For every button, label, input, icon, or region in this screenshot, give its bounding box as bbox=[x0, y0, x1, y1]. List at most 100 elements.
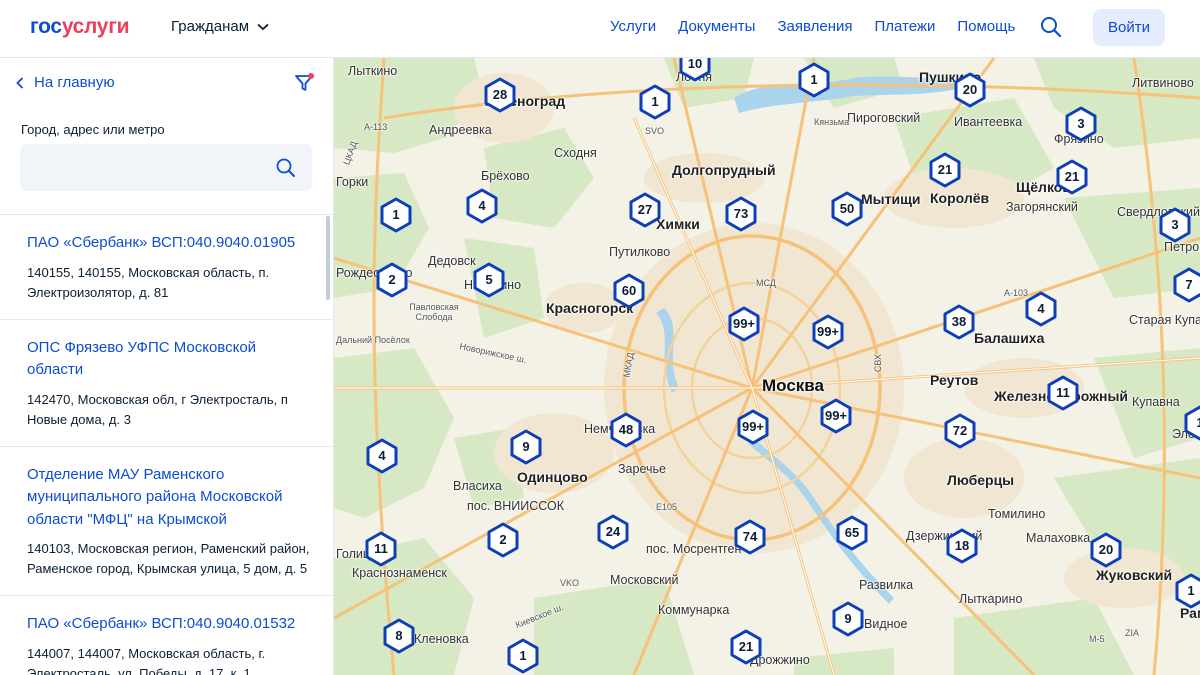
filter-button[interactable] bbox=[293, 72, 315, 94]
map-cluster[interactable]: 72 bbox=[943, 413, 977, 449]
map-cluster[interactable]: 74 bbox=[733, 519, 767, 555]
map-cluster[interactable]: 65 bbox=[835, 515, 869, 551]
map-label: ZIA bbox=[1125, 628, 1140, 638]
map-cluster[interactable]: 73 bbox=[724, 196, 758, 232]
map-cluster[interactable]: 1 bbox=[1183, 405, 1200, 441]
nav-payments[interactable]: Платежи bbox=[875, 18, 936, 35]
map-cluster[interactable]: 4 bbox=[365, 438, 399, 474]
map-cluster[interactable]: 1 bbox=[1174, 573, 1200, 609]
nav-applications[interactable]: Заявления bbox=[777, 18, 852, 35]
address-search-input[interactable] bbox=[20, 144, 312, 191]
map-label: МСД bbox=[756, 278, 776, 288]
list-item[interactable]: ПАО «Сбербанк» ВСП:040.9040.01905 140155… bbox=[0, 215, 333, 320]
map-label: Литвиново bbox=[1132, 76, 1194, 90]
map-label: Брёхово bbox=[481, 169, 530, 183]
map-cluster[interactable]: 27 bbox=[628, 192, 662, 228]
office-list: ПАО «Сбербанк» ВСП:040.9040.01905 140155… bbox=[0, 214, 333, 675]
map-label: Развилка bbox=[859, 578, 914, 592]
map-label: Андреевка bbox=[429, 123, 492, 137]
search-label: Город, адрес или метро bbox=[21, 122, 165, 137]
search-icon[interactable] bbox=[1040, 16, 1062, 38]
sidebar-scrollbar[interactable] bbox=[326, 216, 330, 300]
login-button[interactable]: Войти bbox=[1093, 9, 1165, 46]
office-title[interactable]: ОПС Фрязево УФПС Московской области bbox=[27, 337, 313, 382]
sidebar: На главную Город, адрес или метро ПАО «С… bbox=[0, 58, 334, 675]
chevron-down-icon bbox=[257, 23, 269, 30]
map-cluster[interactable]: 5 bbox=[472, 262, 506, 298]
map-cluster[interactable]: 8 bbox=[382, 618, 416, 654]
map-cluster[interactable]: 3 bbox=[1064, 106, 1098, 142]
search-icon[interactable] bbox=[276, 158, 296, 178]
audience-selector[interactable]: Гражданам bbox=[171, 18, 269, 35]
nav-services[interactable]: Услуги bbox=[610, 18, 656, 35]
map-cluster[interactable]: 21 bbox=[729, 629, 763, 665]
map-cluster[interactable]: 28 bbox=[483, 77, 517, 113]
map-label: Старая Купавна bbox=[1129, 313, 1200, 327]
map-label: Коммунарка bbox=[658, 603, 730, 617]
map-cluster[interactable]: 4 bbox=[465, 188, 499, 224]
list-item[interactable]: Отделение МАУ Раменского муниципального … bbox=[0, 447, 333, 596]
map-label: M-5 bbox=[1089, 634, 1105, 644]
map-label: Путилково bbox=[609, 245, 671, 259]
map-cluster[interactable]: 1 bbox=[797, 62, 831, 98]
map-label: E105 bbox=[656, 502, 678, 512]
map-label: Долгопрудный bbox=[672, 162, 776, 178]
nav-help[interactable]: Помощь bbox=[957, 18, 1015, 35]
map-label: SVO bbox=[645, 126, 665, 136]
map-cluster[interactable]: 24 bbox=[596, 514, 630, 550]
map-cluster[interactable]: 9 bbox=[509, 429, 543, 465]
map-cluster[interactable]: 99+ bbox=[811, 314, 845, 350]
map-cluster[interactable]: 18 bbox=[945, 528, 979, 564]
map-cluster[interactable]: 99+ bbox=[819, 398, 853, 434]
map-cluster[interactable]: 20 bbox=[953, 72, 987, 108]
map-cluster[interactable]: 20 bbox=[1089, 532, 1123, 568]
map-label: Заречье bbox=[618, 462, 666, 476]
map-cluster[interactable]: 99+ bbox=[736, 409, 770, 445]
map-label: VKO bbox=[560, 578, 580, 588]
map-label: Лыткарино bbox=[959, 592, 1023, 606]
map-cluster[interactable]: 11 bbox=[1046, 375, 1080, 411]
map-cluster[interactable]: 1 bbox=[506, 638, 540, 674]
office-title[interactable]: ПАО «Сбербанк» ВСП:040.9040.01905 bbox=[27, 232, 313, 255]
map-cluster[interactable]: 21 bbox=[1055, 159, 1089, 195]
map-label: Дальний Посёлок bbox=[336, 335, 410, 345]
map-label: Одинцово bbox=[517, 469, 588, 485]
map-cluster[interactable]: 10 bbox=[678, 58, 712, 82]
map-cluster[interactable]: 9 bbox=[831, 601, 865, 637]
map-label: Дедовск bbox=[428, 254, 476, 268]
filter-active-dot bbox=[308, 73, 314, 79]
map-label: Химки bbox=[656, 216, 700, 232]
map-label: Лыткино bbox=[348, 64, 398, 78]
back-link[interactable]: На главную bbox=[16, 74, 115, 91]
list-item[interactable]: ПАО «Сбербанк» ВСП:040.9040.01532 144007… bbox=[0, 596, 333, 675]
map-cluster[interactable]: 38 bbox=[942, 304, 976, 340]
map-cluster[interactable]: 21 bbox=[928, 152, 962, 188]
office-address: 144007, 144007, Московская область, г. Э… bbox=[27, 645, 266, 675]
map-label: Загорянский bbox=[1006, 200, 1078, 214]
map-cluster[interactable]: 99+ bbox=[727, 306, 761, 342]
map-cluster[interactable]: 4 bbox=[1024, 291, 1058, 327]
map[interactable]: Лыткино Зеленоград Андреевка Сходня SVO … bbox=[334, 58, 1200, 675]
map-cluster[interactable]: 50 bbox=[830, 191, 864, 227]
nav-documents[interactable]: Документы bbox=[678, 18, 755, 35]
office-title[interactable]: ПАО «Сбербанк» ВСП:040.9040.01532 bbox=[27, 613, 313, 636]
map-cluster[interactable]: 7 bbox=[1172, 267, 1200, 303]
map-label: Кленовка bbox=[414, 632, 469, 646]
list-item[interactable]: ОПС Фрязево УФПС Московской области 1424… bbox=[0, 320, 333, 447]
map-cluster[interactable]: 11 bbox=[364, 531, 398, 567]
map-cluster[interactable]: 60 bbox=[612, 273, 646, 309]
map-cluster[interactable]: 2 bbox=[486, 522, 520, 558]
main-nav: Услуги Документы Заявления Платежи Помощ… bbox=[610, 18, 1037, 35]
map-cluster[interactable]: 1 bbox=[638, 84, 672, 120]
map-label: Горки bbox=[336, 175, 369, 189]
map-label: пос. Мосрентген bbox=[646, 542, 742, 556]
map-cluster[interactable]: 3 bbox=[1158, 207, 1192, 243]
map-background bbox=[334, 58, 1200, 675]
office-title[interactable]: Отделение МАУ Раменского муниципального … bbox=[27, 464, 313, 532]
map-cluster[interactable]: 1 bbox=[379, 197, 413, 233]
back-link-label: На главную bbox=[34, 74, 115, 91]
gosuslugi-logo[interactable]: госуслуги bbox=[30, 15, 130, 39]
map-cluster[interactable]: 48 bbox=[609, 412, 643, 448]
map-cluster[interactable]: 2 bbox=[375, 262, 409, 298]
map-label: Купавна bbox=[1132, 395, 1180, 409]
